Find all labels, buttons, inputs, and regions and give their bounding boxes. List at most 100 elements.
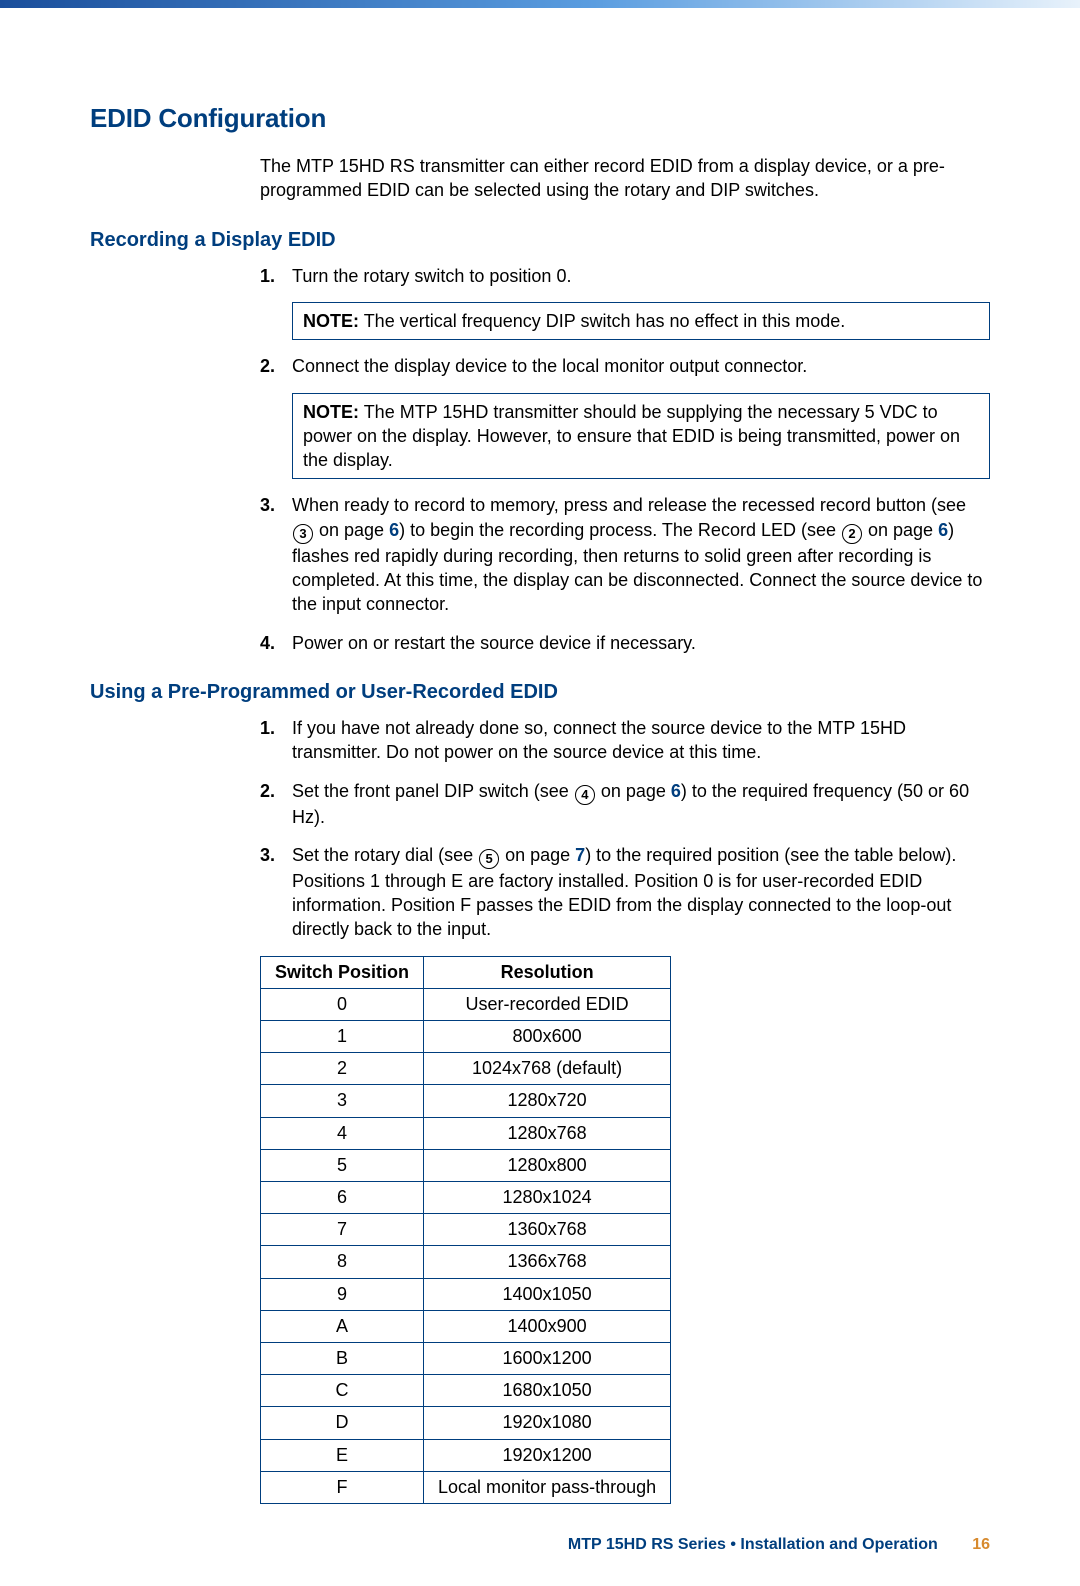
cell-switch-position: 8 [261, 1246, 424, 1278]
cell-resolution: 800x600 [424, 1021, 671, 1053]
cell-resolution: 1280x800 [424, 1149, 671, 1181]
cell-resolution: 1400x1050 [424, 1278, 671, 1310]
text-fragment: When ready to record to memory, press an… [292, 495, 966, 515]
footer-title: MTP 15HD RS Series • Installation and Op… [568, 1536, 938, 1553]
cell-switch-position: 6 [261, 1182, 424, 1214]
callout-circle-5: 5 [479, 849, 499, 869]
table-row: C1680x1050 [261, 1375, 671, 1407]
page-ref-link[interactable]: 7 [575, 845, 585, 865]
text-fragment: on page [314, 520, 389, 540]
note-text: The MTP 15HD transmitter should be suppl… [303, 402, 960, 471]
callout-circle-3: 3 [293, 524, 313, 544]
record-step-3: 3. When ready to record to memory, press… [260, 493, 990, 616]
text-fragment: on page [596, 781, 671, 801]
table-row: 91400x1050 [261, 1278, 671, 1310]
cell-switch-position: D [261, 1407, 424, 1439]
cell-resolution: 1400x900 [424, 1310, 671, 1342]
note-label: NOTE: [303, 311, 359, 331]
step-number: 3. [260, 493, 282, 616]
cell-resolution: 1024x768 (default) [424, 1053, 671, 1085]
table-row: E1920x1200 [261, 1439, 671, 1471]
table-row: FLocal monitor pass-through [261, 1471, 671, 1503]
table-row: D1920x1080 [261, 1407, 671, 1439]
table-row: 31280x720 [261, 1085, 671, 1117]
page-ref-link[interactable]: 6 [938, 520, 948, 540]
table-row: 1800x600 [261, 1021, 671, 1053]
record-step-4: 4. Power on or restart the source device… [260, 631, 990, 655]
preprog-step-3: 3. Set the rotary dial (see 5 on page 7)… [260, 843, 990, 942]
step-text: Set the rotary dial (see 5 on page 7) to… [292, 843, 990, 942]
cell-switch-position: E [261, 1439, 424, 1471]
table-row: A1400x900 [261, 1310, 671, 1342]
table-header-resolution: Resolution [424, 956, 671, 988]
cell-resolution: Local monitor pass-through [424, 1471, 671, 1503]
table-row: 51280x800 [261, 1149, 671, 1181]
step-number: 3. [260, 843, 282, 942]
step-number: 2. [260, 779, 282, 829]
cell-switch-position: 5 [261, 1149, 424, 1181]
step-text: Power on or restart the source device if… [292, 631, 696, 655]
table-header-switch-position: Switch Position [261, 956, 424, 988]
cell-switch-position: 2 [261, 1053, 424, 1085]
note-label: NOTE: [303, 402, 359, 422]
text-fragment: on page [500, 845, 575, 865]
step-text: If you have not already done so, connect… [292, 716, 990, 765]
page-ref-link[interactable]: 6 [671, 781, 681, 801]
cell-switch-position: B [261, 1342, 424, 1374]
step-number: 2. [260, 354, 282, 378]
cell-switch-position: F [261, 1471, 424, 1503]
step-number: 1. [260, 264, 282, 288]
record-step-2: 2. Connect the display device to the loc… [260, 354, 990, 378]
table-row: 61280x1024 [261, 1182, 671, 1214]
cell-resolution: 1600x1200 [424, 1342, 671, 1374]
section-preprog-title: Using a Pre-Programmed or User-Recorded … [90, 679, 990, 706]
page-number: 16 [972, 1536, 990, 1553]
cell-resolution: 1360x768 [424, 1214, 671, 1246]
resolution-table: Switch Position Resolution 0User-recorde… [260, 956, 671, 1504]
page-ref-link[interactable]: 6 [389, 520, 399, 540]
step-number: 1. [260, 716, 282, 765]
cell-resolution: 1920x1080 [424, 1407, 671, 1439]
cell-resolution: User-recorded EDID [424, 988, 671, 1020]
table-row: 0User-recorded EDID [261, 988, 671, 1020]
step-text: Turn the rotary switch to position 0. [292, 264, 571, 288]
cell-switch-position: 0 [261, 988, 424, 1020]
cell-switch-position: 7 [261, 1214, 424, 1246]
text-fragment: Set the front panel DIP switch (see [292, 781, 574, 801]
step-text: When ready to record to memory, press an… [292, 493, 990, 616]
cell-switch-position: 1 [261, 1021, 424, 1053]
cell-resolution: 1366x768 [424, 1246, 671, 1278]
table-row: 21024x768 (default) [261, 1053, 671, 1085]
callout-circle-2: 2 [842, 524, 862, 544]
preprog-step-1: 1. If you have not already done so, conn… [260, 716, 990, 765]
table-row: 81366x768 [261, 1246, 671, 1278]
cell-resolution: 1280x720 [424, 1085, 671, 1117]
step-number: 4. [260, 631, 282, 655]
step-text: Connect the display device to the local … [292, 354, 807, 378]
cell-switch-position: C [261, 1375, 424, 1407]
cell-switch-position: 9 [261, 1278, 424, 1310]
cell-resolution: 1680x1050 [424, 1375, 671, 1407]
step-text: Set the front panel DIP switch (see 4 on… [292, 779, 990, 829]
cell-switch-position: 3 [261, 1085, 424, 1117]
callout-circle-4: 4 [575, 785, 595, 805]
text-fragment: Set the rotary dial (see [292, 845, 478, 865]
table-row: 71360x768 [261, 1214, 671, 1246]
note-box: NOTE: The MTP 15HD transmitter should be… [292, 393, 990, 480]
page-body: EDID Configuration The MTP 15HD RS trans… [0, 8, 1080, 1586]
page-title: EDID Configuration [90, 101, 990, 136]
page-footer: MTP 15HD RS Series • Installation and Op… [90, 1534, 990, 1556]
text-fragment: on page [863, 520, 938, 540]
cell-switch-position: A [261, 1310, 424, 1342]
preprog-step-2: 2. Set the front panel DIP switch (see 4… [260, 779, 990, 829]
cell-resolution: 1280x1024 [424, 1182, 671, 1214]
table-row: B1600x1200 [261, 1342, 671, 1374]
section-recording-title: Recording a Display EDID [90, 227, 990, 254]
intro-paragraph: The MTP 15HD RS transmitter can either r… [260, 154, 990, 203]
text-fragment: ) to begin the recording process. The Re… [399, 520, 841, 540]
cell-switch-position: 4 [261, 1117, 424, 1149]
cell-resolution: 1920x1200 [424, 1439, 671, 1471]
top-accent-bar [0, 0, 1080, 8]
record-step-1: 1. Turn the rotary switch to position 0. [260, 264, 990, 288]
cell-resolution: 1280x768 [424, 1117, 671, 1149]
